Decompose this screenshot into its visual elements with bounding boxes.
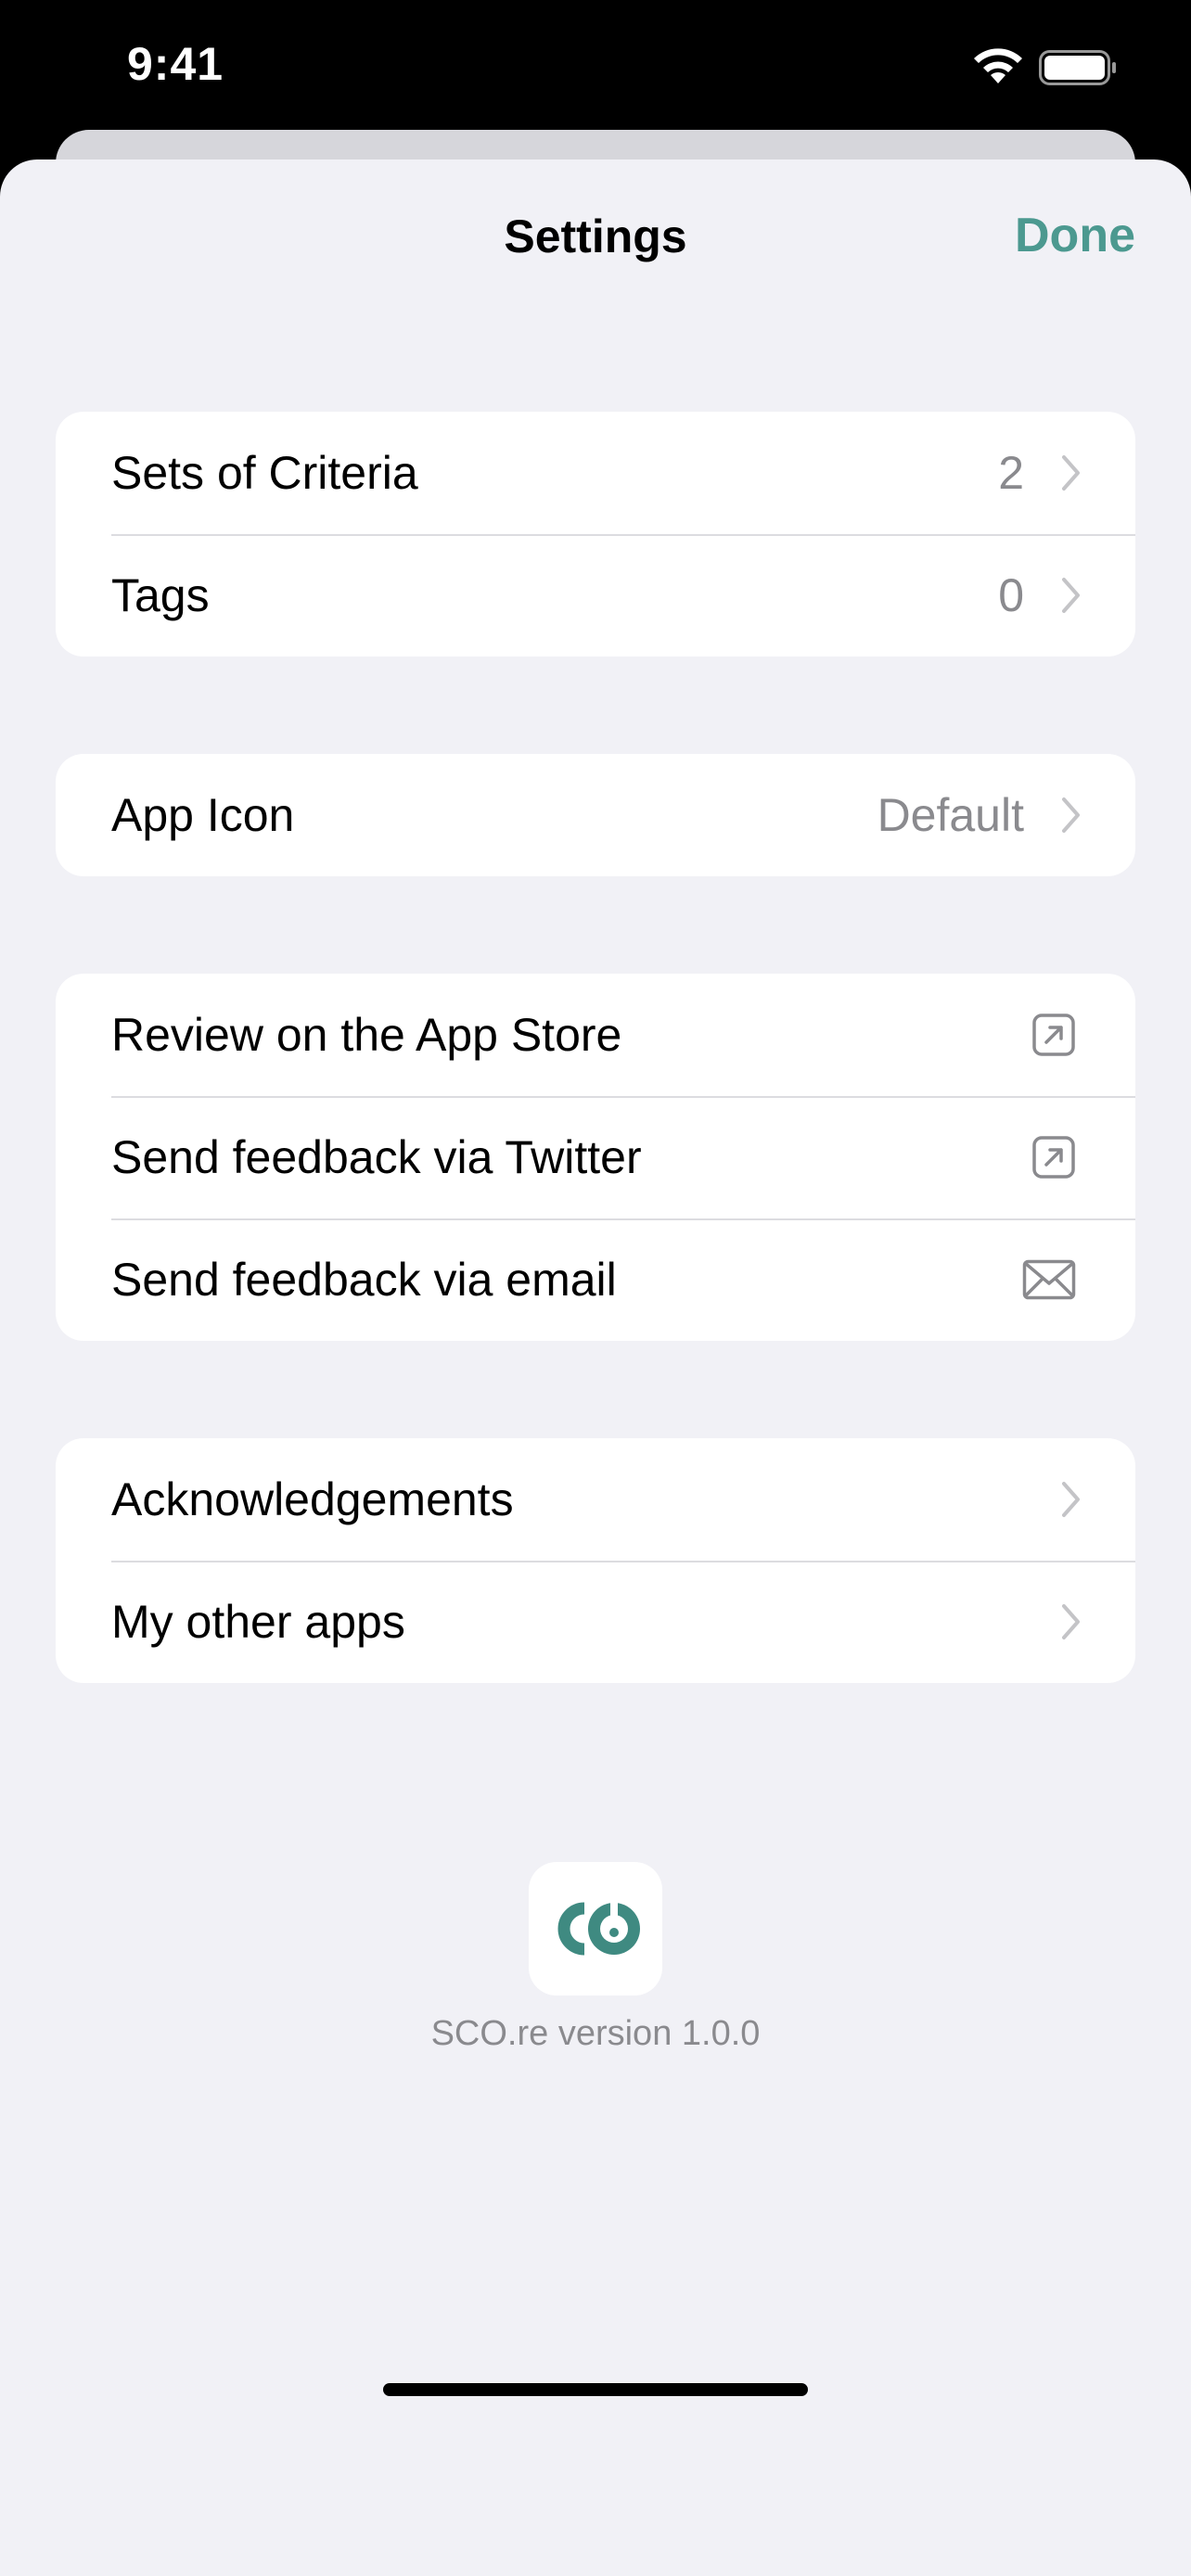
row-app-icon[interactable]: App Icon Default: [56, 754, 1135, 876]
feedback-group: Review on the App Store Send feedback vi…: [56, 974, 1135, 1341]
criteria-tags-group: Sets of Criteria 2 Tags 0: [56, 412, 1135, 657]
about-group: Acknowledgements My other apps: [56, 1438, 1135, 1683]
row-review-app-store[interactable]: Review on the App Store: [56, 974, 1135, 1096]
page-title: Settings: [504, 210, 687, 262]
chevron-right-icon: [1062, 1604, 1080, 1639]
row-label: Acknowledgements: [111, 1473, 514, 1525]
wifi-icon: [974, 48, 1022, 83]
status-time: 9:41: [127, 38, 224, 90]
version-label: SCO.re version 1.0.0: [430, 2014, 761, 2053]
row-sets-of-criteria[interactable]: Sets of Criteria 2: [56, 412, 1135, 534]
row-feedback-email[interactable]: Send feedback via email: [56, 1218, 1135, 1341]
row-value: 2: [998, 447, 1024, 499]
row-value: Default: [877, 789, 1024, 841]
row-label: Tags: [111, 569, 210, 621]
home-indicator[interactable]: [383, 2383, 808, 2396]
row-label: Send feedback via email: [111, 1254, 617, 1306]
envelope-icon: [1022, 1259, 1076, 1300]
row-feedback-twitter[interactable]: Send feedback via Twitter: [56, 1096, 1135, 1218]
row-label: Sets of Criteria: [111, 447, 418, 499]
status-bar: 9:41: [0, 0, 1191, 130]
row-tags[interactable]: Tags 0: [56, 534, 1135, 657]
app-logo-mark: [557, 1897, 640, 1956]
row-my-other-apps[interactable]: My other apps: [56, 1561, 1135, 1683]
settings-sheet: Settings Done Sets of Criteria 2 Tags 0 …: [0, 159, 1191, 2576]
row-label: My other apps: [111, 1596, 405, 1648]
chevron-right-icon: [1062, 797, 1080, 833]
app-logo-icon: [529, 1862, 662, 1996]
chevron-right-icon: [1062, 1482, 1080, 1517]
chevron-right-icon: [1062, 455, 1080, 491]
app-icon-group: App Icon Default: [56, 754, 1135, 876]
row-label: Review on the App Store: [111, 1009, 622, 1061]
row-label: Send feedback via Twitter: [111, 1131, 642, 1183]
external-link-icon: [1032, 1136, 1075, 1179]
row-acknowledgements[interactable]: Acknowledgements: [56, 1438, 1135, 1561]
row-value: 0: [998, 569, 1024, 621]
external-link-icon: [1032, 1014, 1075, 1056]
battery-icon: [1039, 50, 1116, 85]
row-label: App Icon: [111, 789, 295, 841]
chevron-right-icon: [1062, 578, 1080, 613]
done-button[interactable]: Done: [1015, 208, 1135, 263]
